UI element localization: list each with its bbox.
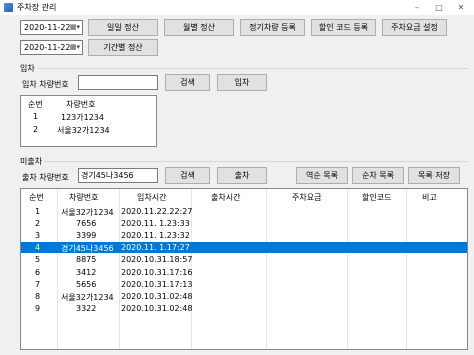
column-header: 출차시간 [211,193,241,202]
entry-time: 2020.10.31.02:48 [121,303,193,313]
entry-time: 2020.10.31.17:16 [121,267,193,277]
row-number: 4 [35,243,41,253]
car-number: 서울32가1234 [57,126,110,135]
car-number: 3322 [76,303,97,313]
daily-settlement-button[interactable]: 일일 정산 [88,19,158,36]
period-settlement-button[interactable]: 기간별 정산 [88,39,158,56]
entry-search-button[interactable]: 검색 [165,74,210,91]
date-value: 2020-11-22 [24,23,71,32]
monthly-settlement-button[interactable]: 월별 정산 [164,19,234,36]
list-item[interactable]: 2 서울32가1234 [21,124,156,135]
car-number: 서울32가1234 [61,292,114,302]
table-row[interactable]: 9 3322 2020.10.31.02:48 [21,303,467,314]
table-row[interactable]: 8 서울32가1234 2020.10.31.02:48 [21,291,467,302]
date-picker-2[interactable]: 2020-11-22 ▦▾ [20,40,83,55]
column-header: 차량번호 [66,100,96,109]
table-row[interactable]: 3 3399 2020.11. 1.23:32 [21,230,467,241]
row-number: 2 [33,125,39,134]
enter-button[interactable]: 입차 [217,74,267,91]
maximize-button[interactable]: □ [429,0,449,15]
row-number: 1 [35,207,41,216]
table-row[interactable]: 2 7656 2020.11. 1.23:33 [21,218,467,229]
exit-button[interactable]: 출차 [217,167,267,184]
row-number: 8 [35,291,41,301]
row-number: 2 [35,219,41,229]
row-number: 9 [35,303,41,313]
minimize-button[interactable]: – [407,0,427,15]
car-number: 8875 [76,255,97,265]
car-number: 123가1234 [61,113,104,122]
column-header: 차량번호 [69,193,99,202]
calendar-dropdown-icon: ▦▾ [69,43,80,51]
app-icon [4,3,13,12]
regular-vehicle-register-button[interactable]: 정기차량 등록 [240,19,305,36]
date-value: 2020-11-22 [24,43,71,52]
table-row[interactable]: 7 5656 2020.10.31.17:13 [21,279,467,290]
save-list-button[interactable]: 목록 저장 [408,167,460,184]
car-number: 3399 [76,231,97,241]
entry-time: 2020.10.31.17:13 [121,279,193,289]
reverse-order-button[interactable]: 역순 목록 [296,167,348,184]
table-row[interactable]: 5 8875 2020.10.31.18:57 [21,254,467,265]
exit-search-button[interactable]: 검색 [165,167,210,184]
unsettled-group-divider [44,161,468,162]
entry-car-number-input[interactable] [78,75,158,90]
row-number: 5 [35,255,41,265]
calendar-dropdown-icon: ▦▾ [69,23,80,31]
car-number: 3412 [76,267,97,277]
row-number: 1 [33,112,39,121]
car-number: 경기45나3456 [61,244,114,254]
title-bar: 주차장 관리 – □ ✕ [0,0,474,15]
date-picker-1[interactable]: 2020-11-22 ▦▾ [20,20,83,35]
close-button[interactable]: ✕ [451,0,471,15]
car-number: 7656 [76,219,97,229]
window-title: 주차장 관리 [17,3,57,12]
main-window: 주차장 관리 – □ ✕ 2020-11-22 ▦▾ 일일 정산 월별 정산 정… [0,0,474,355]
entry-time: 2020.11.22.22:27 [121,207,193,216]
row-number: 7 [35,279,41,289]
column-header: 입차시간 [137,193,167,202]
car-number: 서울32가1234 [61,208,114,217]
row-number: 3 [35,231,41,241]
parking-fee-setting-button[interactable]: 주차요금 설정 [382,19,447,36]
entry-time: 2020.10.31.02:48 [121,291,193,301]
unsettled-list[interactable]: 순번 차량번호 입차시간 출차시간 주차요금 할인코드 비고 1 서울32가123… [20,188,468,350]
unsettled-group-label: 미출차 [20,157,43,166]
entry-list[interactable]: 순번 차량번호 1 123가1234 2 서울32가1234 [20,95,157,147]
exit-car-number-label: 출차 차량번호 [22,173,69,182]
table-row[interactable]: 1 서울32가1234 2020.11.22.22:27 [21,206,467,217]
entry-time: 2020.11. 1.17:27 [121,243,190,253]
entry-time: 2020.11. 1.23:33 [121,219,190,229]
entry-time: 2020.11. 1.23:32 [121,231,190,241]
column-header: 순번 [28,100,43,109]
discount-code-register-button[interactable]: 할인 코드 등록 [311,19,376,36]
column-header: 순번 [29,193,44,202]
exit-car-number-input[interactable]: 경기45나3456 [78,168,158,183]
entry-group-label: 입차 [20,64,35,73]
column-header: 할인코드 [362,193,392,202]
column-header: 비고 [422,193,437,202]
row-number: 6 [35,267,41,277]
car-number: 5656 [76,279,97,289]
forward-order-button[interactable]: 순차 목록 [352,167,404,184]
entry-car-number-label: 입차 차량번호 [22,80,69,89]
table-row[interactable]: 6 3412 2020.10.31.17:16 [21,267,467,278]
entry-group-divider [38,68,468,69]
entry-time: 2020.10.31.18:57 [121,255,193,265]
table-row[interactable]: 4 경기45나3456 2020.11. 1.17:27 [21,242,467,254]
list-item[interactable]: 1 123가1234 [21,111,156,122]
column-header: 주차요금 [292,193,322,202]
